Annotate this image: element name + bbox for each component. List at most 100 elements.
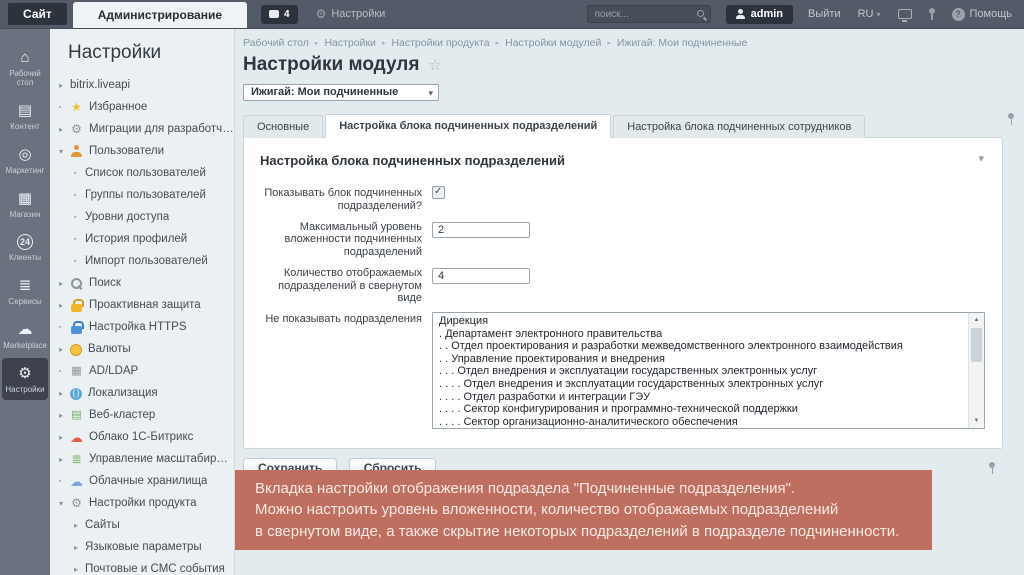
topbar-settings-button[interactable]: ⚙ Настройки [316, 8, 386, 20]
user-button[interactable]: admin [726, 5, 793, 24]
max-depth-input[interactable] [432, 222, 530, 238]
scroll-up-icon[interactable]: ▲ [974, 313, 980, 327]
sidebar-menu-item-16[interactable]: ▸☁Облако 1С-Битрикс [50, 426, 234, 448]
sidebar-menu-item-13[interactable]: ▪▦AD/LDAP [50, 360, 234, 382]
iconbar-item-shop[interactable]: ▦Магазин [2, 183, 48, 225]
expand-arrow-icon[interactable]: ▸ [74, 565, 85, 574]
scroll-down-icon[interactable]: ▼ [974, 414, 980, 428]
expand-arrow-icon[interactable]: ▸ [74, 543, 85, 552]
marketplace-icon: ☁ [18, 321, 33, 338]
sidebar-item-label: Веб-кластер [89, 409, 155, 421]
expand-arrow-icon[interactable]: ▸ [59, 411, 70, 420]
left-icon-bar: ⌂Рабочий стол▤Контент◎Маркетинг▦Магазин2… [0, 29, 50, 575]
search-icon[interactable] [697, 10, 704, 17]
expand-arrow-icon[interactable]: ▸ [74, 521, 85, 530]
breadcrumb-item[interactable]: Рабочий стол [243, 37, 309, 49]
sidebar-menu-item-17[interactable]: ▸≣Управление масштабированием [50, 448, 234, 470]
listbox-option[interactable]: . . Управление проектирования и внедрени… [439, 353, 962, 366]
module-select[interactable]: Ижигай: Мои подчиненные [243, 84, 439, 101]
expand-arrow-icon[interactable]: ▸ [59, 279, 70, 288]
iconbar-item-label: Настройки [2, 385, 48, 394]
sidebar-menu-item-12[interactable]: ▸Валюты [50, 338, 234, 360]
iconbar-item-services[interactable]: ≣Сервисы [2, 270, 48, 312]
iconbar-item-settings[interactable]: ⚙Настройки [2, 358, 48, 400]
expand-arrow-icon[interactable]: ▸ [59, 389, 70, 398]
sidebar-menu-item-19[interactable]: ▾⚙Настройки продукта [50, 492, 234, 514]
iconbar-item-content[interactable]: ▤Контент [2, 95, 48, 137]
cloud-blue-icon: ☁ [70, 475, 83, 488]
site-button[interactable]: Сайт [8, 3, 67, 25]
departments-listbox[interactable]: Дирекция. Департамент электронного прави… [432, 312, 985, 429]
expand-arrow-icon[interactable]: ▸ [59, 433, 70, 442]
sidebar-item-label: Пользователи [89, 145, 164, 157]
expand-arrow-icon[interactable]: ▸ [59, 301, 70, 310]
sidebar-menu-item-3[interactable]: ▾ Пользователи [50, 140, 234, 162]
sidebar-menu-item-5[interactable]: ▪Группы пользователей [50, 184, 234, 206]
help-button[interactable]: ? Помощь [952, 8, 1013, 21]
sidebar-menu-item-1[interactable]: ▪★Избранное [50, 96, 234, 118]
sidebar-menu-item-11[interactable]: ▪Настройка HTTPS [50, 316, 234, 338]
desktop-app-icon[interactable] [898, 9, 912, 19]
sidebar-menu-item-20[interactable]: ▸Сайты [50, 514, 234, 536]
tab-2[interactable]: Настройка блока подчиненных сотрудников [613, 115, 865, 138]
collapse-chevron-icon[interactable]: ▾ [978, 152, 984, 165]
pin-icon[interactable] [987, 462, 997, 475]
logout-button[interactable]: Выйти [808, 8, 841, 20]
collapsed-count-input[interactable] [432, 268, 530, 284]
sidebar-menu-item-9[interactable]: ▸Поиск [50, 272, 234, 294]
gear-icon: ⚙ [70, 123, 83, 136]
expand-arrow-icon[interactable]: ▸ [59, 81, 70, 90]
expand-arrow-icon[interactable]: ▾ [59, 499, 70, 508]
sidebar-menu-item-8[interactable]: ▪Импорт пользователей [50, 250, 234, 272]
star-icon: ★ [70, 101, 83, 114]
iconbar-item-marketplace[interactable]: ☁Marketplace [2, 314, 48, 356]
listbox-option[interactable]: . . . . Отдел внедрения и эксплуатации г… [439, 378, 962, 391]
expand-arrow-icon[interactable]: ▸ [59, 345, 70, 354]
topbar-settings-label: Настройки [331, 8, 385, 20]
sidebar-menu-item-15[interactable]: ▸▤Веб-кластер [50, 404, 234, 426]
listbox-option[interactable]: . . . . Сектор организационно-аналитичес… [439, 416, 962, 429]
tab-1[interactable]: Настройка блока подчиненных подразделени… [325, 114, 611, 138]
breadcrumb-item[interactable]: Настройки модулей [505, 37, 601, 49]
search-input[interactable] [588, 6, 710, 22]
expand-arrow-icon[interactable]: ▸ [59, 125, 70, 134]
user-name: admin [751, 8, 783, 20]
sidebar-menu-item-21[interactable]: ▸Языковые параметры [50, 536, 234, 558]
tab-0[interactable]: Основные [243, 115, 323, 138]
iconbar-item-label: Клиенты [2, 253, 48, 262]
language-selector[interactable]: RU ▾ [858, 8, 881, 20]
sidebar-menu-item-22[interactable]: ▸Почтовые и СМС события [50, 558, 234, 575]
departments-list: Дирекция. Департамент электронного прави… [433, 313, 984, 429]
notifications-button[interactable]: 4 [261, 5, 298, 24]
sidebar-menu-item-4[interactable]: ▪Список пользователей [50, 162, 234, 184]
listbox-option[interactable]: Дирекция [439, 315, 962, 328]
pin-icon[interactable] [927, 8, 937, 21]
iconbar-item-marketing[interactable]: ◎Маркетинг [2, 139, 48, 181]
iconbar-item-desktop[interactable]: ⌂Рабочий стол [2, 42, 48, 93]
breadcrumb-item[interactable]: Настройки продукта [391, 37, 489, 49]
sidebar-menu-item-2[interactable]: ▸⚙Миграции для разработчиков [50, 118, 234, 140]
iconbar-item-clients[interactable]: 24Клиенты [2, 227, 48, 268]
breadcrumb-item[interactable]: Настройки [324, 37, 376, 49]
listbox-option[interactable]: . . . . Отдел разработки и интеграции ГЭ… [439, 391, 962, 404]
main-content: Рабочий стол▸Настройки▸Настройки продукт… [235, 29, 1024, 575]
expand-arrow-icon[interactable]: ▾ [59, 147, 70, 156]
sidebar-menu-item-10[interactable]: ▸Проактивная защита [50, 294, 234, 316]
bullet-icon: ▪ [74, 170, 85, 177]
sidebar-menu-item-14[interactable]: ▸Локализация [50, 382, 234, 404]
listbox-option[interactable]: . . Отдел проектирования и разработки ме… [439, 340, 962, 353]
listbox-option[interactable]: . . . Отдел внедрения и эксплуатации гос… [439, 365, 962, 378]
module-select-value: Ижигай: Мои подчиненные [251, 86, 398, 98]
favorite-star-icon[interactable]: ☆ [428, 56, 441, 74]
sidebar-menu-item-7[interactable]: ▪История профилей [50, 228, 234, 250]
expand-arrow-icon[interactable]: ▸ [59, 455, 70, 464]
sidebar-menu-item-0[interactable]: ▸bitrix.liveapi [50, 74, 234, 96]
listbox-option[interactable]: . . . . Сектор конфигурирования и програ… [439, 403, 962, 416]
bullet-icon: ▪ [59, 368, 70, 375]
sidebar-menu-item-6[interactable]: ▪Уровни доступа [50, 206, 234, 228]
listbox-option[interactable]: . Департамент электронного правительства [439, 328, 962, 341]
sidebar-menu-item-18[interactable]: ▪☁Облачные хранилища [50, 470, 234, 492]
show-block-checkbox[interactable] [432, 186, 445, 199]
scrollbar-thumb[interactable] [971, 328, 982, 362]
admin-tab[interactable]: Администрирование [73, 2, 247, 28]
